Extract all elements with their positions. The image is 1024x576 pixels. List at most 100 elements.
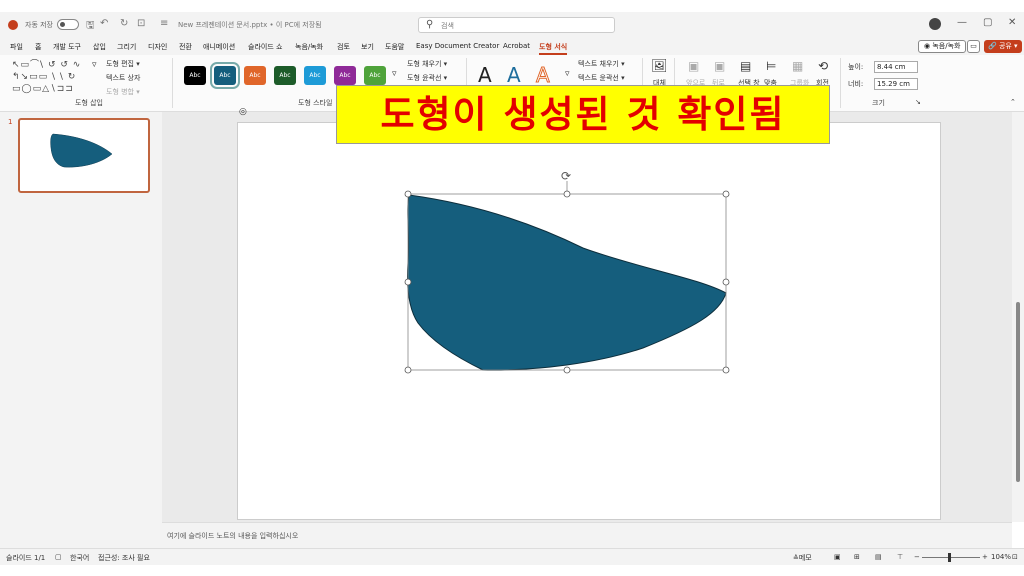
present-icon[interactable]: ⊡ [137,18,145,29]
wordart-gallery-more-icon[interactable]: ▿ [565,69,570,79]
wordart-style-blue[interactable]: A [507,63,521,87]
tab-2[interactable]: 개발 도구 [53,42,81,52]
shape-style-0[interactable]: Abc [184,66,206,85]
caption-banner: 도형이 생성된 것 확인됨 [336,85,830,144]
slide-thumbnails-panel: 1 [0,112,162,548]
tab-15[interactable]: 도형 서식 [539,42,568,55]
designer-icon[interactable]: ◎ [239,107,247,117]
search-icon: ⚲ [426,19,434,30]
status-bar: 슬라이드 1/1 ▢ 한국어 접근성: 조사 필요 ≙메모 ▣ ⊞ ▤ ⊤ − … [0,548,1024,565]
tab-7[interactable]: 애니메이션 [203,42,235,52]
normal-view-icon[interactable]: ▣ [834,553,841,561]
tab-4[interactable]: 그리기 [117,42,136,52]
text-fill-button[interactable]: 텍스트 채우기 ▾ [578,59,625,69]
notes-placeholder: 여기에 슬라이드 노트의 내용을 입력하십시오 [167,532,299,540]
slide-sorter-icon[interactable]: ⊞ [854,553,860,561]
width-label: 너비: [848,80,864,88]
arrange-icon-3: ⊨ [766,59,777,73]
shape-style-2[interactable]: Abc [244,66,266,85]
edit-shape-button[interactable]: 도형 편집 ▾ [106,59,140,69]
tab-14[interactable]: Acrobat [503,42,530,50]
tab-11[interactable]: 보기 [361,42,374,52]
shape-gallery-more-icon[interactable]: ▿ [92,60,97,70]
arrange-icon-5: ⟲ [818,59,829,73]
ribbon-tabs: ◉ 녹음/녹화 ▭ 🔗 공유 ▾ 파일 홈 개발 도구 삽입 그리기 디자인 전환 애니메이션… [0,38,1024,55]
freeform-shape [407,194,727,371]
shape-gallery[interactable]: ↖▭⌒\ ↺ ↺ ∿ ↰↘▭▭ \ \ ↻ ▭◯▭△∖⊐⊐ [12,59,88,95]
scrollbar-thumb[interactable] [1016,302,1020,482]
zoom-level[interactable]: 104% [991,553,1011,561]
text-outline-button[interactable]: 텍스트 윤곽선 ▾ [578,73,625,83]
spellcheck-icon[interactable]: ▢ [55,553,62,561]
zoom-slider[interactable] [922,557,980,558]
avatar[interactable] [929,18,941,30]
zoom-slider-knob[interactable] [948,553,951,562]
record-button[interactable]: ◉ 녹음/녹화 [918,40,967,53]
size-dialog-launcher-icon[interactable]: ↘ [915,98,921,106]
arrange-icon-1: ▣ [714,59,726,73]
autosave-toggle[interactable] [57,19,79,30]
tab-5[interactable]: 디자인 [148,42,167,52]
undo-icon[interactable]: ↶ [100,18,108,29]
slide-thumbnail[interactable] [18,118,150,193]
wordart-style-black[interactable]: A [478,63,492,87]
minimize-button[interactable]: — [957,17,967,28]
wordart-style-orange-outline[interactable]: A [536,63,551,88]
shape-row-2[interactable]: ↰↘▭▭ \ \ ↻ [12,71,88,83]
accessibility-status[interactable]: 접근성: 조사 필요 [98,553,150,563]
collapse-ribbon-icon[interactable]: ⌃ [1010,98,1016,106]
tab-1[interactable]: 홈 [35,42,41,52]
rotate-handle-icon: ⟳ [561,169,571,183]
notes-button[interactable]: ≙메모 [793,553,812,563]
language-indicator[interactable]: 한국어 [70,553,89,563]
comment-button[interactable]: ▭ [967,40,980,53]
redo-icon[interactable]: ↻ [120,18,128,29]
style-gallery-more-icon[interactable]: ▿ [392,69,397,79]
save-icon[interactable]: 🖫 [86,18,95,35]
search-placeholder: 검색 [441,22,454,30]
tab-9[interactable]: 녹음/녹화 [295,42,323,52]
slideshow-icon[interactable]: ⊤ [897,553,903,561]
shape-style-5[interactable]: Abc [334,66,356,85]
notes-pane[interactable]: 여기에 슬라이드 노트의 내용을 입력하십시오 [162,522,1012,548]
tab-8[interactable]: 슬라이드 쇼 [248,42,282,52]
zoom-in-button[interactable]: + [982,553,988,561]
shape-style-3[interactable]: Abc [274,66,296,85]
reading-view-icon[interactable]: ▤ [875,553,882,561]
shape-fill-button[interactable]: 도형 채우기 ▾ [407,59,447,69]
shape-row-1[interactable]: ↖▭⌒\ ↺ ↺ ∿ [12,59,88,71]
fit-to-window-icon[interactable]: ⊡ [1012,553,1018,561]
restore-button[interactable]: ▢ [983,17,992,28]
search-box[interactable]: ⚲ 검색 [418,17,615,33]
zoom-out-button[interactable]: − [914,553,920,561]
tab-6[interactable]: 전환 [179,42,192,52]
tab-10[interactable]: 검토 [337,42,350,52]
share-button[interactable]: 🔗 공유 ▾ [984,40,1022,53]
customize-qat-icon[interactable]: ≡ [160,18,168,29]
shape-style-6[interactable]: Abc [364,66,386,85]
text-box-button[interactable]: 텍스트 상자 [106,73,140,83]
tab-12[interactable]: 도움말 [385,42,404,52]
group-label-size: 크기 [872,99,885,107]
arrange-icon-2: ▤ [740,59,752,73]
group-separator [172,58,173,108]
slide[interactable]: ⟳ [237,122,941,520]
alt-text-icon[interactable]: 🖼 [651,59,668,74]
shape-style-1[interactable]: Abc [210,62,240,89]
slide-indicator: 슬라이드 1/1 [6,554,46,562]
shape-outline-button[interactable]: 도형 윤곽선 ▾ [407,73,447,83]
vertical-scrollbar[interactable] [1012,112,1024,522]
thumbnail-shape [50,133,113,168]
tab-13[interactable]: Easy Document Creator [416,42,499,50]
width-input[interactable]: 15.29 cm [874,78,918,90]
merge-shapes-button[interactable]: 도형 병합 ▾ [106,87,140,97]
tab-0[interactable]: 파일 [10,42,23,52]
height-label: 높이: [848,63,864,71]
arrange-icon-0: ▣ [688,59,700,73]
height-input[interactable]: 8.44 cm [874,61,918,73]
close-button[interactable]: ✕ [1008,17,1016,28]
shape-row-3[interactable]: ▭◯▭△∖⊐⊐ [12,83,88,95]
tab-3[interactable]: 삽입 [93,42,106,52]
powerpoint-logo-icon [8,20,18,30]
shape-style-4[interactable]: Abc [304,66,326,85]
